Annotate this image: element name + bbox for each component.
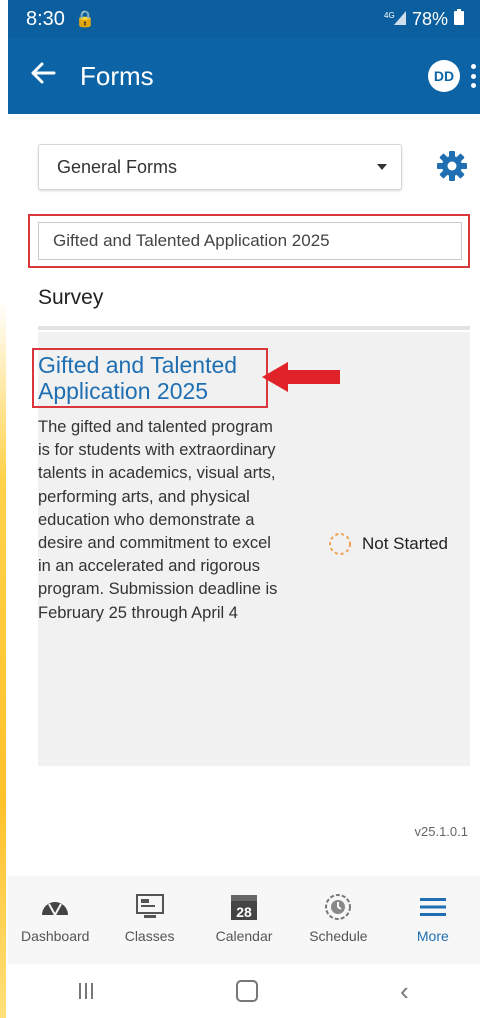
search-input[interactable]: Gifted and Talented Application 2025 (38, 222, 462, 260)
system-back-icon[interactable]: ‹ (400, 976, 409, 1007)
home-icon[interactable] (235, 980, 258, 1002)
side-decoration (0, 300, 6, 1018)
lock-icon: 🔒 (74, 11, 95, 28)
red-arrow-icon (262, 360, 342, 394)
app-bar: Forms DD (8, 38, 480, 114)
nav-label: Classes (124, 928, 175, 944)
classes-icon (135, 890, 165, 924)
main-content: General Forms Gifted and Talented Applic… (8, 114, 480, 876)
battery-icon (454, 8, 464, 30)
section-title: Survey (38, 286, 104, 309)
nav-label: Schedule (309, 928, 368, 944)
nav-label: Calendar (215, 928, 273, 944)
version-label: v25.1.0.1 (414, 824, 469, 839)
dropdown-selected-value: General Forms (57, 156, 178, 177)
svg-text:4G: 4G (384, 11, 395, 20)
status-right: 4G 78% (384, 8, 464, 30)
form-description: The gifted and talented program is for s… (38, 418, 278, 622)
calendar-icon: 28 (229, 890, 259, 924)
divider (38, 326, 470, 330)
nav-label: More (416, 928, 449, 944)
signal-icon: 4G (384, 9, 406, 30)
svg-text:28: 28 (236, 904, 252, 920)
status-label: Not Started (362, 534, 448, 553)
bottom-nav: Dashboard Classes 28 Calendar Schedule M… (8, 876, 480, 964)
gear-icon[interactable] (436, 150, 468, 182)
more-options-icon[interactable] (470, 64, 476, 88)
form-status: Not Started (328, 532, 448, 556)
chevron-down-icon (377, 164, 387, 170)
avatar[interactable]: DD (428, 60, 460, 92)
dashboard-icon (40, 890, 70, 924)
nav-item-dashboard[interactable]: Dashboard (8, 876, 102, 964)
search-highlight-box: Gifted and Talented Application 2025 (28, 214, 470, 268)
system-nav-bar: ‹ (8, 964, 480, 1018)
nav-label: Dashboard (20, 928, 90, 944)
back-arrow-icon[interactable] (30, 61, 70, 91)
form-category-dropdown[interactable]: General Forms (38, 144, 402, 190)
nav-item-calendar[interactable]: 28 Calendar (197, 876, 291, 964)
nav-item-more[interactable]: More (386, 876, 480, 964)
battery-percent: 78% (411, 8, 448, 29)
page-title: Forms (80, 60, 154, 91)
recent-apps-icon[interactable] (79, 983, 94, 999)
status-time: 8:30 (26, 7, 65, 30)
nav-item-schedule[interactable]: Schedule (291, 876, 385, 964)
nav-item-classes[interactable]: Classes (102, 876, 196, 964)
status-bar: 8:30 🔒 4G 78% (8, 0, 480, 38)
screen: 8:30 🔒 4G 78% Forms DD General Forms Gif… (0, 0, 488, 1018)
not-started-icon (328, 532, 352, 556)
form-title-link[interactable]: Gifted and Talented Application 2025 (38, 352, 288, 404)
menu-icon (418, 890, 448, 924)
form-card[interactable]: Gifted and Talented Application 2025 The… (32, 332, 470, 766)
schedule-icon (323, 890, 353, 924)
